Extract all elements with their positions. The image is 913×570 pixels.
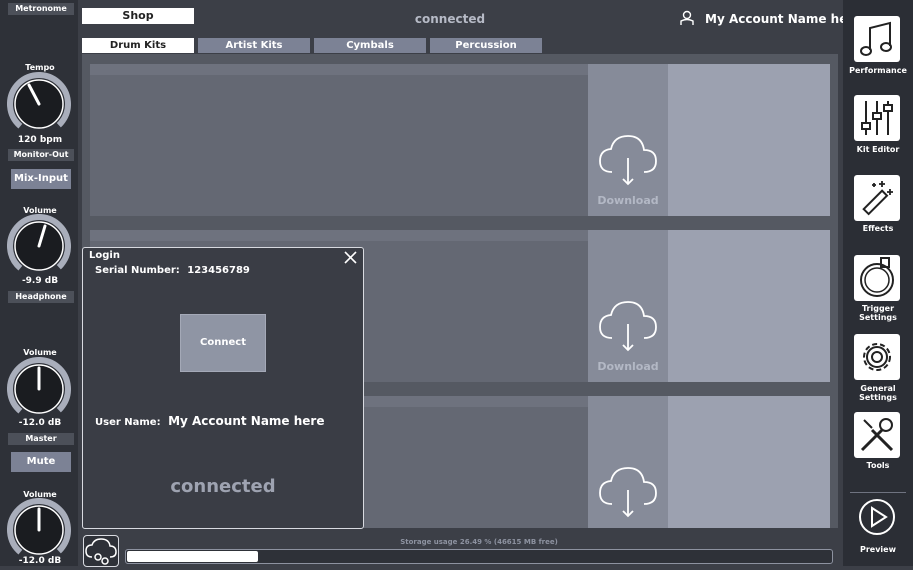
monitor-volume-value: -9.9 dB (21, 276, 59, 286)
play-icon (871, 506, 888, 528)
gear-icon (863, 343, 891, 371)
general-settings-button[interactable] (854, 334, 900, 380)
music-note-icon (860, 21, 892, 56)
user-name: User Name: My Account Name here (95, 414, 324, 428)
tempo-knob[interactable] (7, 72, 71, 136)
kit-preview-area (668, 396, 830, 528)
headphone-volume-label: Volume (23, 348, 57, 357)
kit-card[interactable]: Download (90, 64, 830, 216)
kit-preview-area (668, 64, 830, 216)
monitor-volume-knob[interactable] (7, 214, 71, 278)
tab-cymbals[interactable]: Cymbals (314, 38, 426, 53)
storage-usage-bar (125, 549, 833, 564)
monitor-out-header: Monitor-Out (8, 149, 74, 161)
serial-number: Serial Number: 123456789 (95, 265, 250, 276)
user-icon[interactable] (680, 10, 694, 26)
kit-editor-button[interactable] (854, 95, 900, 141)
trigger-settings-label: Trigger Settings (859, 304, 897, 322)
performance-label: Performance (849, 66, 907, 75)
master-volume-value: -12.0 dB (18, 556, 62, 566)
login-dialog: Login Serial Number: 123456789 Connect U… (82, 247, 364, 529)
magic-wand-icon (862, 181, 893, 216)
tempo-value: 120 bpm (17, 135, 63, 145)
connect-button[interactable]: Connect (180, 314, 266, 372)
download-label[interactable]: Download (588, 360, 668, 373)
login-status: connected (170, 476, 276, 497)
kit-editor-label: Kit Editor (856, 145, 900, 154)
tab-drum-kits[interactable]: Drum Kits (82, 38, 194, 53)
cloud-download-icon[interactable] (598, 464, 658, 520)
shop-tab[interactable]: Shop (82, 8, 194, 24)
account-name[interactable]: My Account Name here (705, 12, 865, 26)
preview-button[interactable] (858, 498, 896, 536)
cloud-link-icon (85, 538, 117, 565)
trigger-settings-button[interactable] (854, 255, 900, 301)
kit-preview-area (668, 230, 830, 382)
connection-status: connected (414, 12, 486, 26)
performance-button[interactable] (854, 16, 900, 62)
download-label[interactable]: Download (588, 194, 668, 207)
sidebar-divider (850, 492, 906, 493)
tempo-label: Tempo (25, 63, 55, 72)
tools-label: Tools (866, 461, 890, 470)
mixer-sliders-icon (861, 101, 893, 135)
master-volume-knob[interactable] (7, 498, 71, 562)
login-title: Login (89, 250, 120, 261)
metronome-header: Metronome (8, 3, 74, 15)
headphone-volume-knob[interactable] (7, 357, 71, 421)
general-settings-label: General Settings (859, 384, 897, 402)
username-label: User Name: (95, 417, 161, 428)
cloud-download-icon[interactable] (598, 132, 658, 188)
effects-button[interactable] (854, 175, 900, 221)
headphone-header: Headphone (8, 291, 74, 303)
username-value: My Account Name here (168, 414, 325, 428)
mute-button[interactable]: Mute (11, 452, 71, 472)
effects-label: Effects (862, 224, 894, 233)
cloud-sync-button[interactable] (83, 535, 119, 567)
tab-artist-kits[interactable]: Artist Kits (198, 38, 310, 53)
serial-value: 123456789 (187, 265, 250, 276)
cloud-download-icon[interactable] (598, 298, 658, 354)
preview-label: Preview (859, 545, 896, 554)
storage-usage-text: Storage usage 26.49 % (46615 MB free) (400, 538, 558, 546)
master-header: Master (8, 433, 74, 445)
tab-percussion[interactable]: Percussion (430, 38, 542, 53)
mix-input-button[interactable]: Mix-Input (11, 169, 71, 189)
tools-icon (860, 418, 894, 452)
headphone-volume-value: -12.0 dB (18, 418, 62, 428)
storage-usage-fill (127, 551, 258, 562)
serial-label: Serial Number: (95, 265, 180, 276)
close-icon[interactable] (341, 248, 359, 266)
drum-icon (860, 257, 894, 297)
tools-button[interactable] (854, 412, 900, 458)
